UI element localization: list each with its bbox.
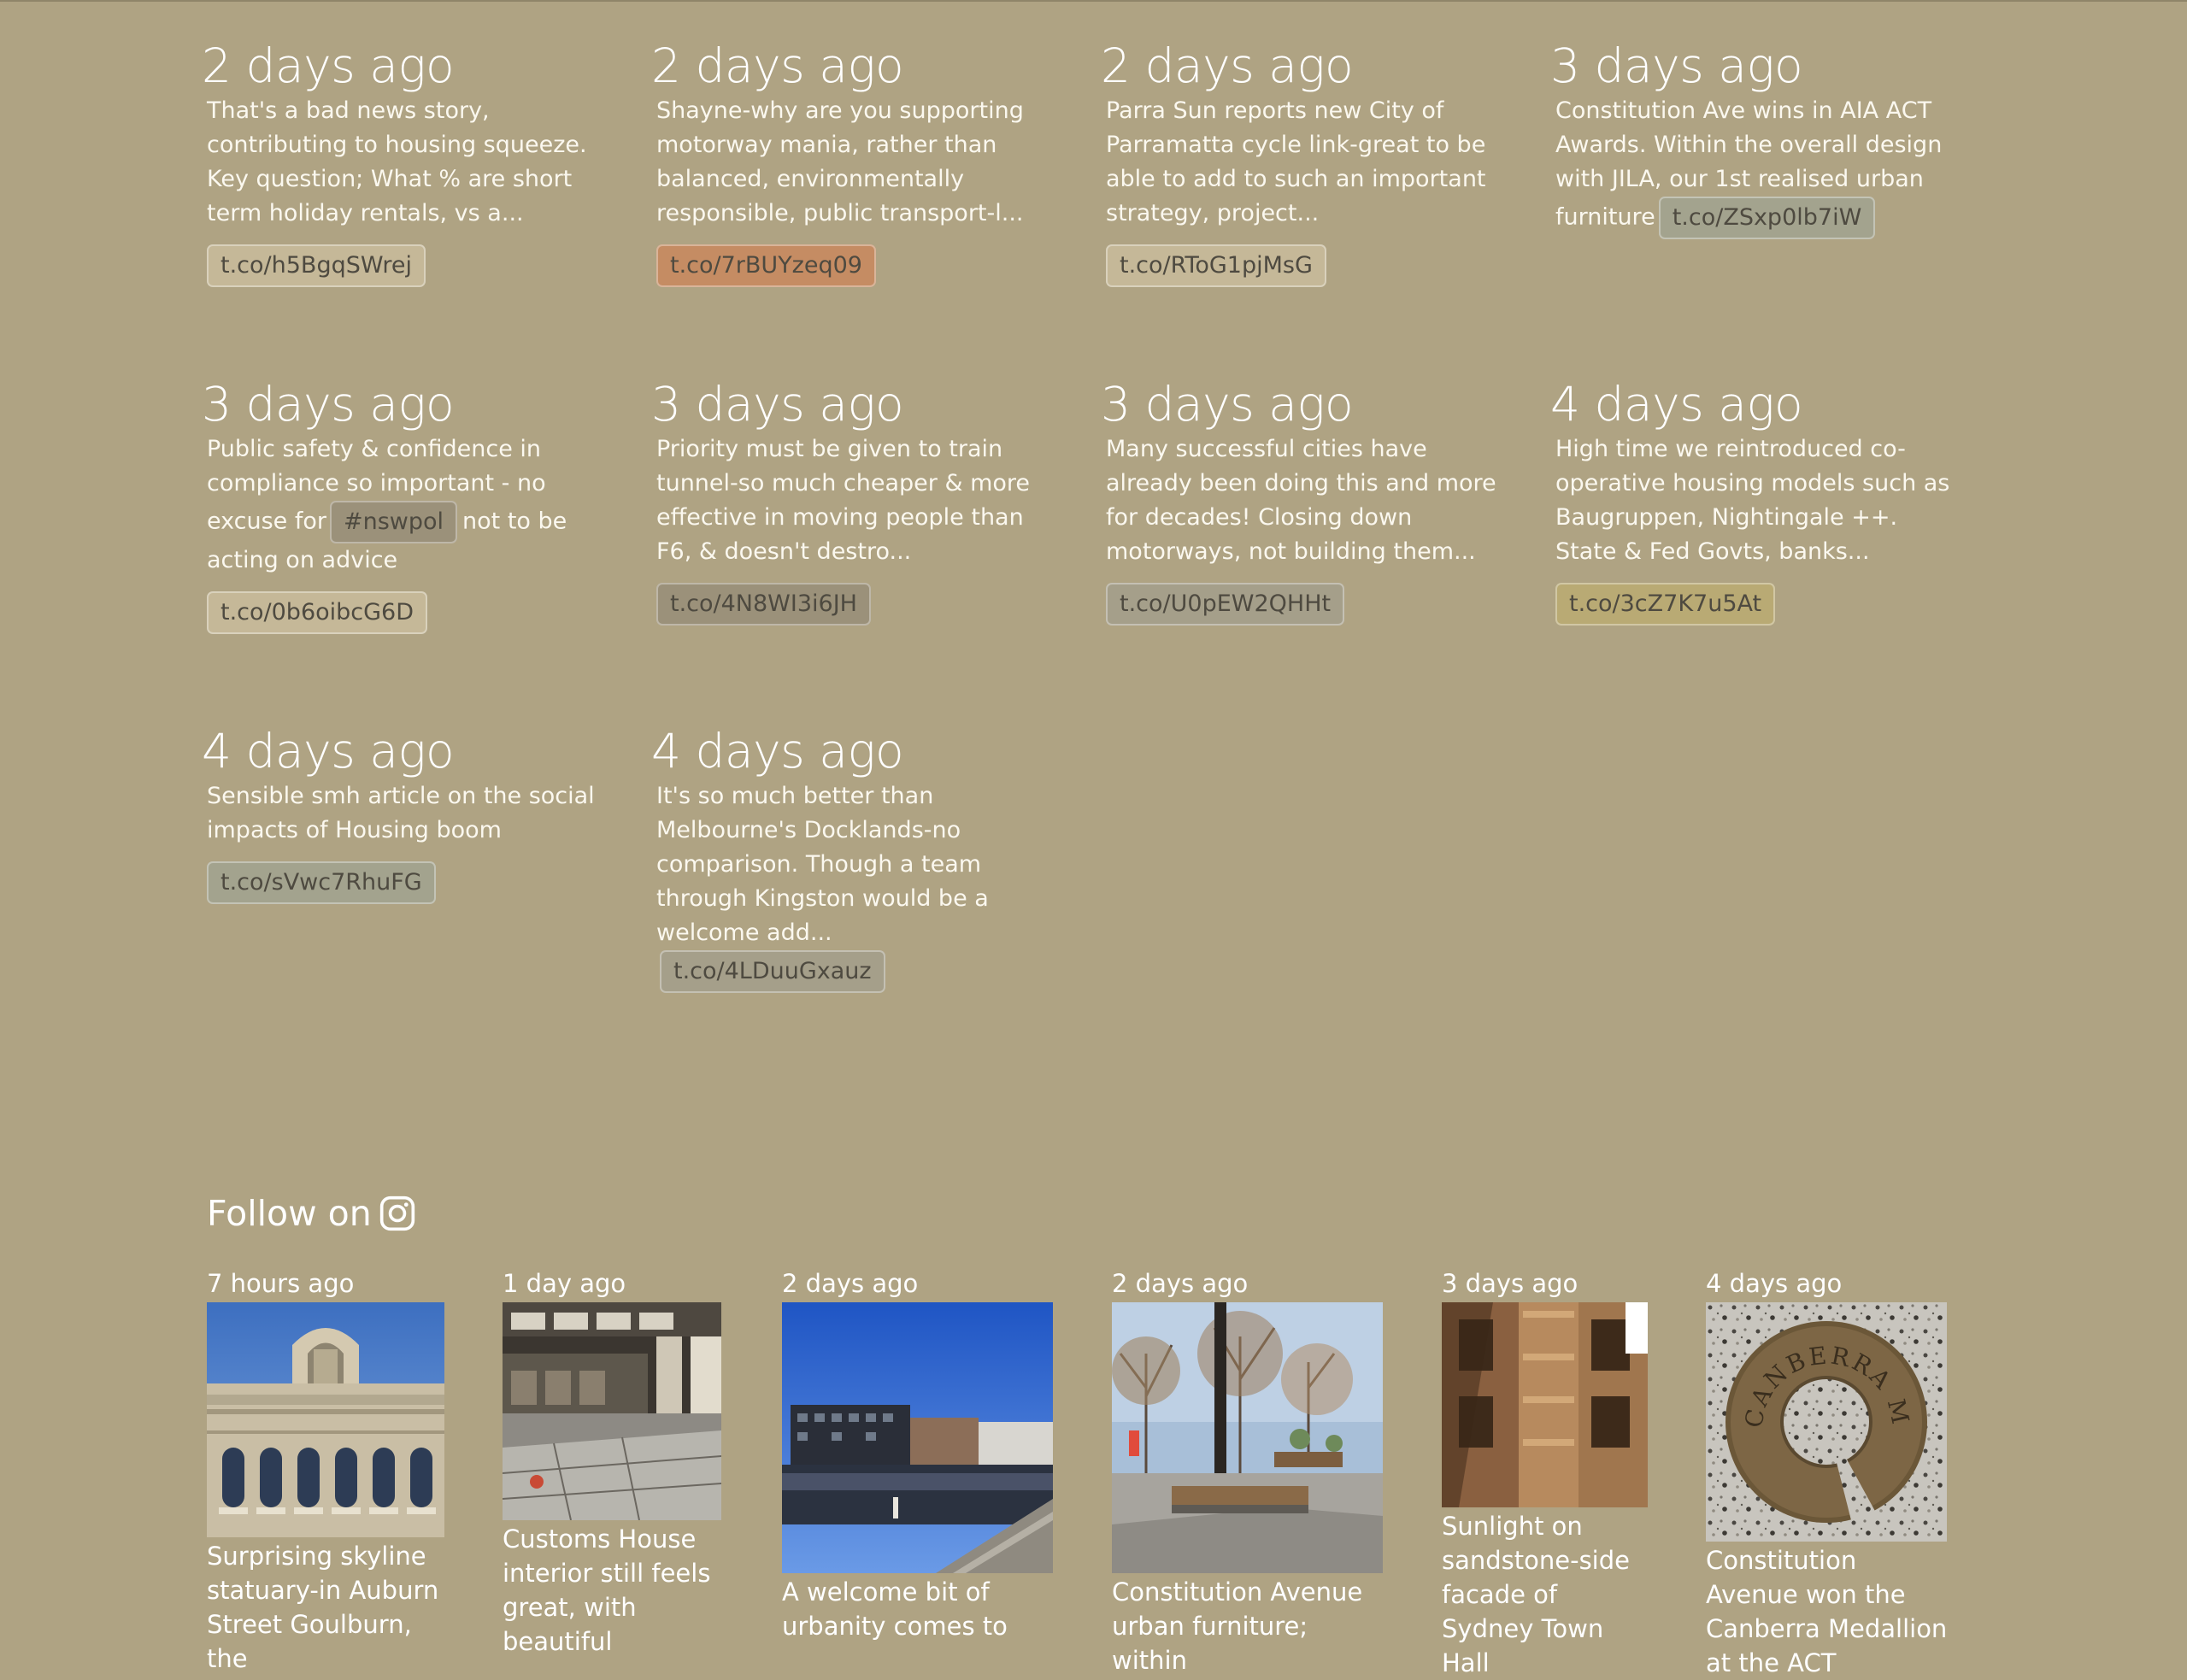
tweet-link[interactable]: t.co/sVwc7RhuFG: [207, 861, 436, 904]
post-caption: Constitution Avenue won the Canberra Med…: [1706, 1546, 1948, 1677]
tweet-card: 4 days ago Sensible smh article on the s…: [202, 723, 603, 904]
tweet-link[interactable]: t.co/0b6oibcG6D: [207, 591, 428, 634]
tweet-card: 3 days ago Constitution Ave wins in AIA …: [1550, 38, 1952, 239]
top-border: [0, 0, 2187, 2]
tweet-text: That's a bad news story, contributing to…: [207, 97, 587, 226]
hashtag-link[interactable]: #nswpol: [329, 501, 458, 543]
tweet-text: Priority must be given to train tunnel-s…: [656, 436, 1031, 565]
post-caption: A welcome bit of urbanity comes to: [782, 1577, 1008, 1641]
tweet-link[interactable]: t.co/4N8WI3i6JH: [656, 583, 871, 626]
tweet-link[interactable]: t.co/7rBUYzeq09: [656, 244, 876, 287]
post-caption: Surprising skyline statuary-in Auburn St…: [207, 1542, 439, 1673]
tweet-link[interactable]: t.co/4LDuuGxauz: [660, 950, 885, 993]
tweet-card: 3 days ago Priority must be given to tra…: [651, 376, 1053, 626]
tweet-text-body: It's so much better than Melbourne's Doc…: [656, 783, 989, 946]
instagram-post[interactable]: 1 day ago Customs House interior still f…: [503, 1268, 733, 1659]
tweet-age: 2 days ago: [651, 38, 904, 93]
post-image[interactable]: [207, 1302, 444, 1537]
post-image[interactable]: [1112, 1302, 1383, 1573]
tweet-text: High time we reintroduced co-operative h…: [1555, 436, 1950, 565]
tweet-text: Parra Sun reports new City of Parramatta…: [1106, 97, 1486, 226]
tweet-link[interactable]: t.co/U0pEW2QHHt: [1106, 583, 1345, 626]
tweet-text: It's so much better than Melbourne's Doc…: [656, 779, 1024, 993]
post-image[interactable]: [1442, 1302, 1648, 1507]
post-age: 2 days ago: [1112, 1269, 1249, 1298]
tweet-age: 2 days ago: [202, 38, 455, 93]
tweet-link[interactable]: t.co/RToG1pjMsG: [1106, 244, 1326, 287]
post-caption: Customs House interior still feels great…: [503, 1524, 711, 1656]
instagram-post[interactable]: 4 days ago CANBERRA MEDALLION Constituti…: [1706, 1268, 1954, 1680]
post-image[interactable]: [503, 1302, 721, 1520]
post-age: 3 days ago: [1442, 1269, 1579, 1298]
follow-label: Follow on: [207, 1193, 372, 1234]
tweet-age: 3 days ago: [1550, 38, 1803, 93]
instagram-post[interactable]: 3 days ago Sunlight on sandstone-side fa…: [1442, 1268, 1655, 1680]
tweet-link[interactable]: t.co/3cZ7K7u5At: [1555, 583, 1776, 626]
instagram-follow[interactable]: Follow on: [207, 1188, 416, 1239]
tweet-text: Sensible smh article on the social impac…: [207, 783, 595, 843]
tweet-age: 2 days ago: [1101, 38, 1354, 93]
post-image[interactable]: CANBERRA MEDALLION: [1706, 1302, 1947, 1542]
post-caption: Sunlight on sandstone-side facade of Syd…: [1442, 1512, 1630, 1677]
instagram-post[interactable]: 7 hours ago Surprising skyline statuary-…: [207, 1268, 446, 1676]
tweet-card: 3 days ago Many successful cities have a…: [1101, 376, 1502, 626]
tweet-text: Shayne-why are you supporting motorway m…: [656, 97, 1024, 226]
post-age: 7 hours ago: [207, 1269, 355, 1298]
tweet-age: 3 days ago: [1101, 377, 1354, 432]
post-age: 4 days ago: [1706, 1269, 1843, 1298]
tweet-link[interactable]: t.co/h5BgqSWrej: [207, 244, 426, 287]
post-caption: Constitution Avenue urban furniture; wit…: [1112, 1577, 1363, 1675]
instagram-post[interactable]: 2 days ago A welcome bit of urbanity com…: [782, 1268, 1055, 1643]
post-age: 2 days ago: [782, 1269, 919, 1298]
tweet-age: 4 days ago: [202, 724, 455, 778]
post-age: 1 day ago: [503, 1269, 626, 1298]
tweet-card: 3 days ago Public safety & confidence in…: [202, 376, 603, 634]
tweet-age: 3 days ago: [202, 377, 455, 432]
tweet-card: 2 days ago That's a bad news story, cont…: [202, 38, 603, 287]
tweet-card: 4 days ago High time we reintroduced co-…: [1550, 376, 1952, 626]
instagram-post[interactable]: 2 days ago Constitution Avenue urban fur…: [1112, 1268, 1385, 1677]
tweet-age: 4 days ago: [651, 724, 904, 778]
instagram-icon[interactable]: [379, 1195, 416, 1232]
tweet-card: 2 days ago Shayne-why are you supporting…: [651, 38, 1053, 287]
post-image[interactable]: [782, 1302, 1053, 1573]
tweet-text: Many successful cities have already been…: [1106, 436, 1496, 565]
tweet-card: 4 days ago It's so much better than Melb…: [651, 723, 1053, 993]
tweet-text: Constitution Ave wins in AIA ACT Awards.…: [1555, 94, 1957, 239]
tweet-age: 3 days ago: [651, 377, 904, 432]
tweet-link[interactable]: t.co/ZSxp0lb7iW: [1658, 197, 1876, 239]
tweet-age: 4 days ago: [1550, 377, 1803, 432]
tweet-text: Public safety & confidence in compliance…: [207, 432, 608, 578]
tweet-card: 2 days ago Parra Sun reports new City of…: [1101, 38, 1502, 287]
